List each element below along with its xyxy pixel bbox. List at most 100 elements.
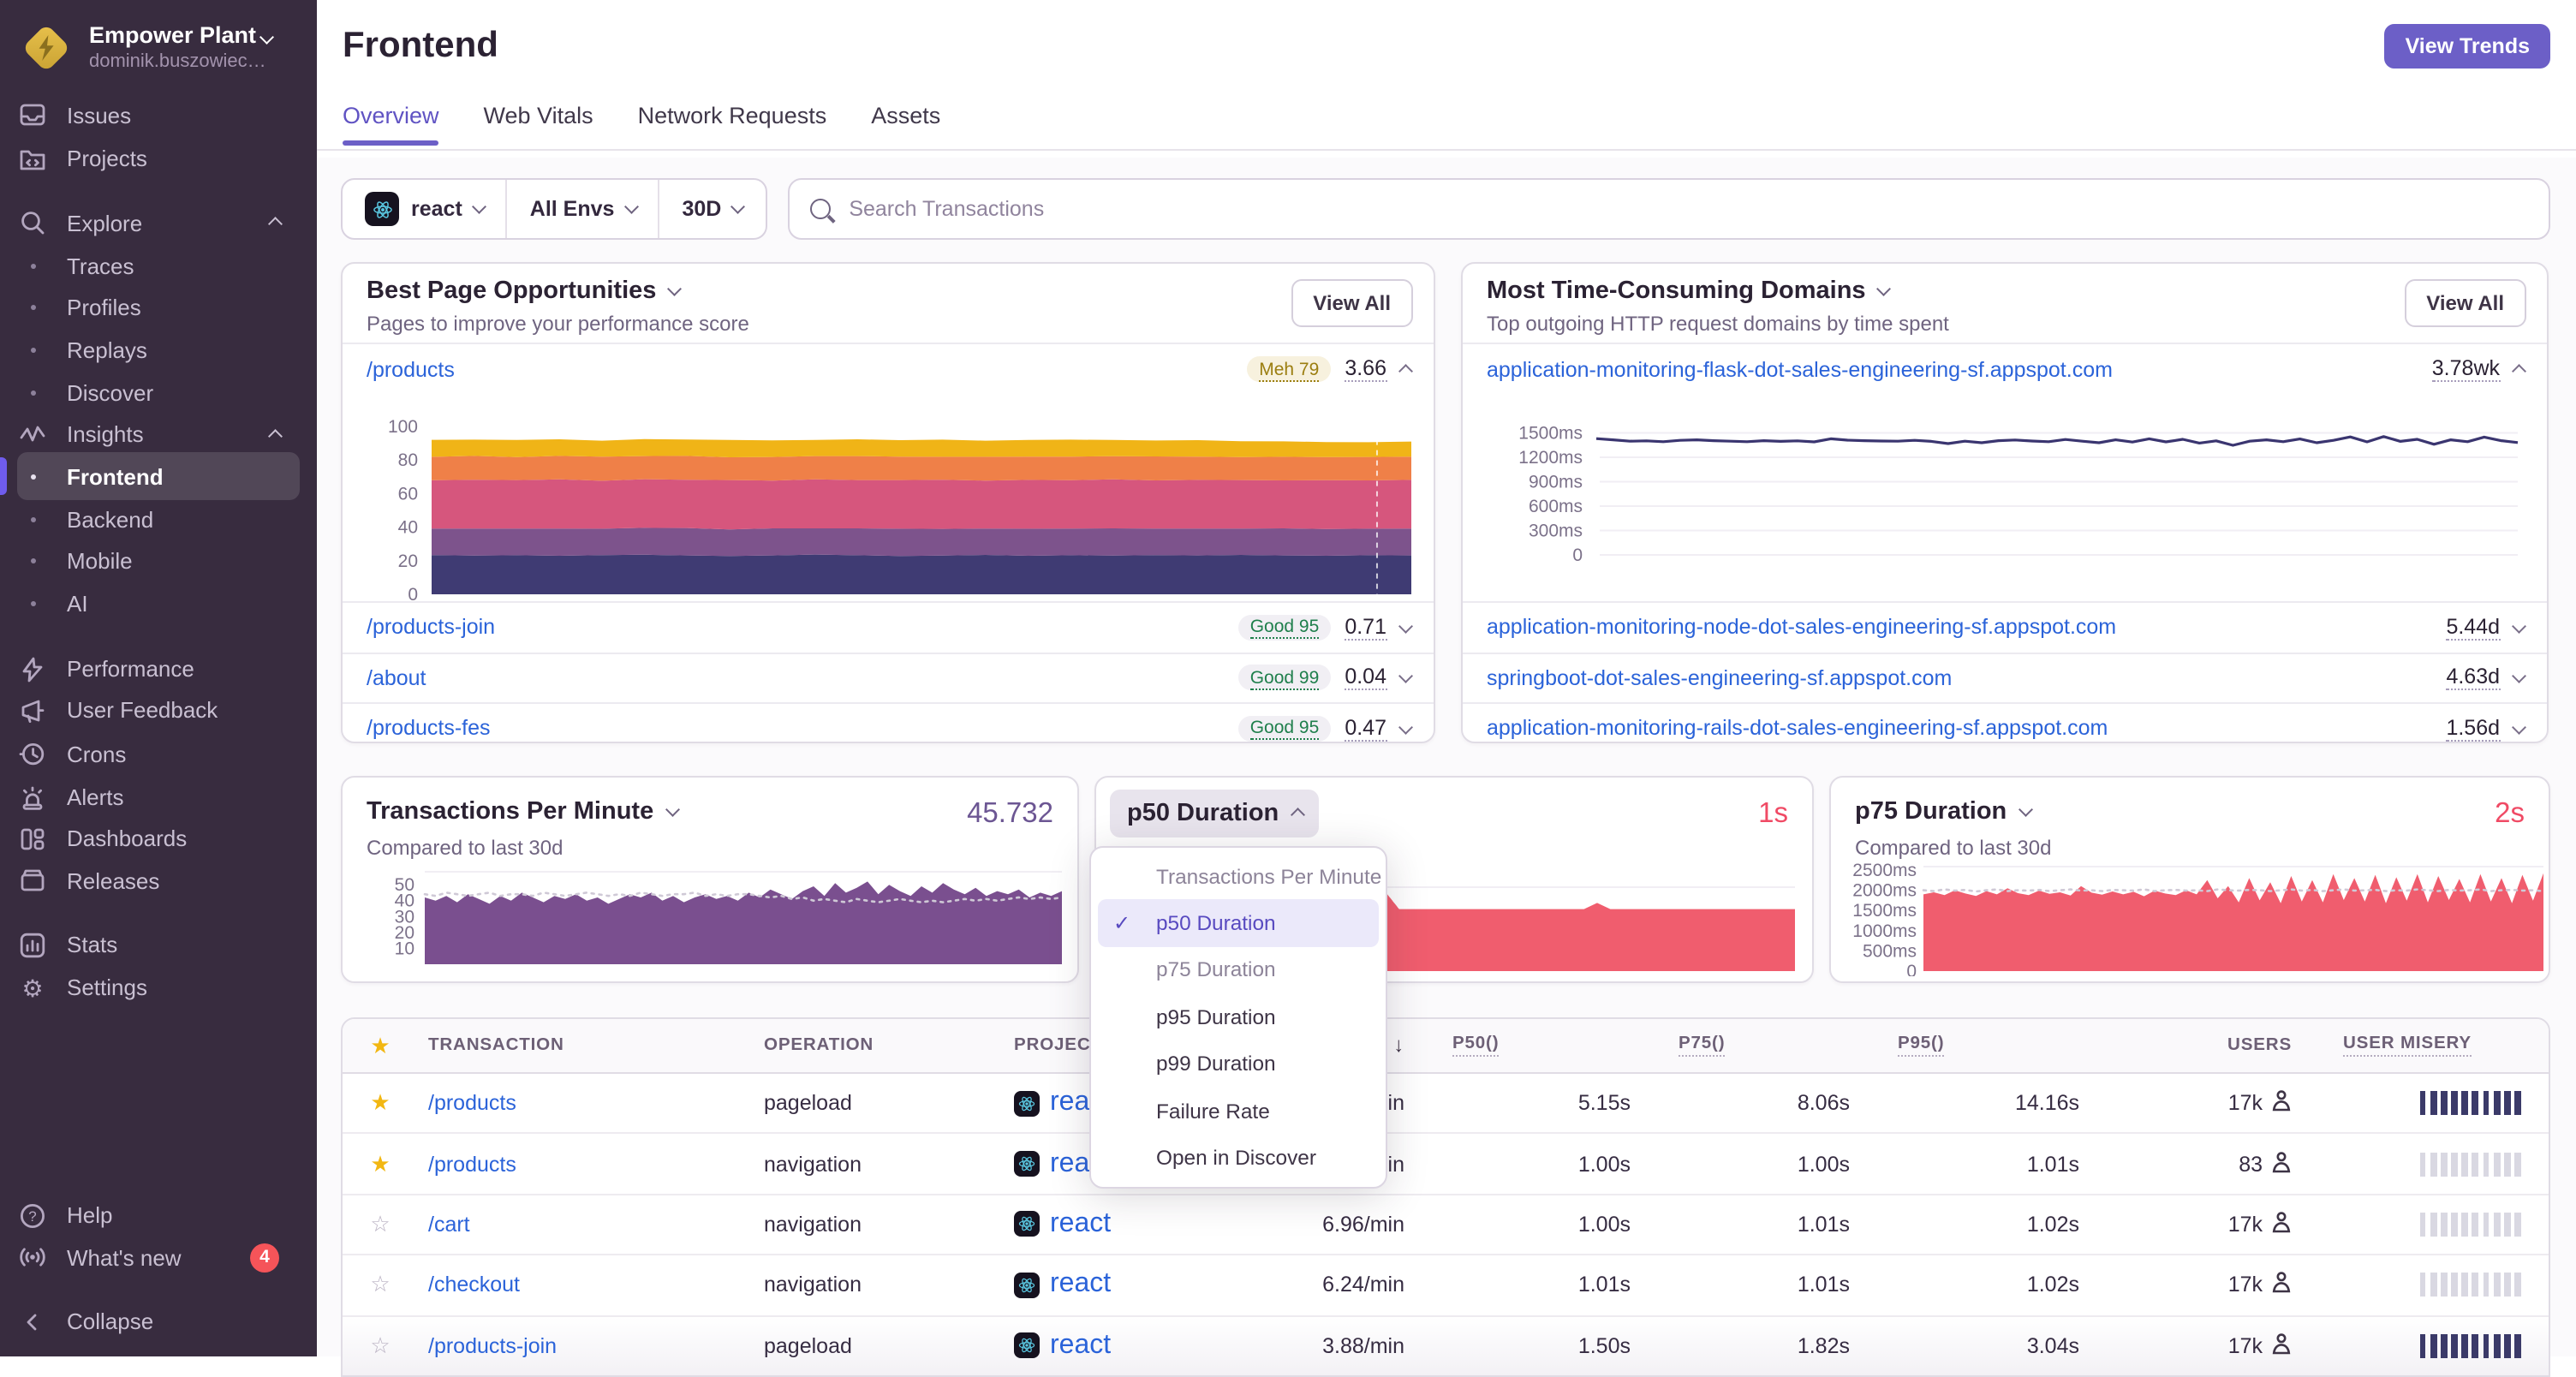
row-link[interactable]: /about <box>367 666 426 690</box>
row-value[interactable]: 0.04 <box>1345 665 1386 691</box>
view-trends-button[interactable]: View Trends <box>2384 24 2550 69</box>
col-p75[interactable]: P75() <box>1644 1034 1863 1057</box>
sidebar-item-settings[interactable]: ⚙ Settings <box>17 967 300 1008</box>
user-misery-bars[interactable] <box>2305 1212 2549 1237</box>
col-operation[interactable]: OPERATION <box>754 1036 1007 1055</box>
user-misery-bars[interactable] <box>2305 1333 2549 1358</box>
row-value[interactable]: 5.44d <box>2446 615 2500 641</box>
sidebar-item-what-s-new[interactable]: What's new 4 <box>17 1237 300 1278</box>
org-switcher[interactable]: Empower Plant dominik.buszowiec… <box>21 22 274 82</box>
sidebar-item-insights[interactable]: Insights <box>17 414 300 455</box>
p50-metric-selector[interactable]: p50 Duration <box>1110 790 1320 838</box>
environment-filter[interactable]: All Envs <box>508 180 659 238</box>
web-vitals-stacked-chart[interactable]: 0 20 40 60 80 100 <box>343 394 1434 601</box>
menu-item-p99-duration[interactable]: p99 Duration <box>1098 1040 1379 1088</box>
collapse-section-icon[interactable] <box>267 218 282 232</box>
score-badge[interactable]: Good 99 <box>1237 665 1332 691</box>
row-link[interactable]: application-monitoring-rails-dot-sales-e… <box>1487 717 2108 741</box>
project-link[interactable]: react <box>1050 1209 1111 1240</box>
menu-item-p95-duration[interactable]: p95 Duration <box>1098 993 1379 1040</box>
search-box[interactable] <box>787 178 2550 240</box>
tab-network-requests[interactable]: Network Requests <box>638 103 827 146</box>
collapse-section-icon[interactable] <box>267 430 282 444</box>
project-filter[interactable]: react <box>343 180 506 238</box>
user-misery-bars[interactable] <box>2305 1152 2549 1177</box>
p75-chart[interactable]: 0500ms1000ms1500ms2000ms2500ms <box>1841 863 2557 976</box>
sidebar-item-collapse[interactable]: Collapse <box>17 1301 300 1342</box>
user-misery-bars[interactable] <box>2305 1273 2549 1297</box>
row-value[interactable]: 3.66 <box>1345 356 1386 382</box>
pages-view-all-button[interactable]: View All <box>1291 279 1413 327</box>
row-link[interactable]: /products-fes <box>367 717 491 741</box>
expand-row-icon[interactable] <box>1398 617 1412 632</box>
row-value[interactable]: 1.56d <box>2446 716 2500 742</box>
menu-item-open-in-discover[interactable]: Open in Discover <box>1098 1135 1379 1182</box>
menu-item-p50-duration[interactable]: ✓ p50 Duration <box>1098 899 1379 947</box>
star-column-header-icon[interactable]: ★ <box>343 1032 418 1059</box>
row-value[interactable]: 3.78wk <box>2431 356 2500 382</box>
star-toggle[interactable]: ☆ <box>343 1211 418 1238</box>
star-toggle[interactable]: ☆ <box>343 1332 418 1360</box>
sidebar-item-alerts[interactable]: Alerts <box>17 777 300 818</box>
menu-item-failure-rate[interactable]: Failure Rate <box>1098 1088 1379 1135</box>
score-badge[interactable]: Good 95 <box>1237 614 1332 641</box>
score-badge[interactable]: Meh 79 <box>1247 356 1332 382</box>
user-misery-bars[interactable] <box>2305 1091 2549 1116</box>
tpm-chart[interactable]: 1020304050 <box>353 867 1072 980</box>
sidebar-item-backend[interactable]: Backend <box>17 499 300 540</box>
row-link[interactable]: application-monitoring-flask-dot-sales-e… <box>1487 357 2113 381</box>
tab-overview[interactable]: Overview <box>343 103 440 146</box>
col-user-misery[interactable]: USER MISERY <box>2305 1034 2549 1057</box>
star-toggle[interactable]: ☆ <box>343 1272 418 1299</box>
row-value[interactable]: 4.63d <box>2446 665 2500 691</box>
expand-row-icon[interactable] <box>1398 365 1412 379</box>
col-p95[interactable]: P95() <box>1863 1034 2093 1057</box>
transaction-link[interactable]: /checkout <box>428 1273 520 1297</box>
sidebar-item-replays[interactable]: Replays <box>17 329 300 370</box>
sidebar-item-stats[interactable]: Stats <box>17 924 300 965</box>
p75-card-title[interactable]: p75 Duration <box>1855 798 2032 826</box>
row-link[interactable]: /products-join <box>367 616 495 640</box>
sidebar-item-dashboards[interactable]: Dashboards <box>17 818 300 859</box>
expand-row-icon[interactable] <box>1398 718 1412 733</box>
row-value[interactable]: 0.71 <box>1345 615 1386 641</box>
sidebar-item-issues[interactable]: Issues <box>17 94 300 135</box>
menu-item-transactions-per-minute[interactable]: Transactions Per Minute <box>1098 853 1381 900</box>
project-link[interactable]: react <box>1050 1331 1111 1362</box>
menu-item-p75-duration[interactable]: p75 Duration <box>1098 947 1379 994</box>
col-users[interactable]: USERS <box>2093 1036 2305 1055</box>
expand-row-icon[interactable] <box>1398 668 1412 683</box>
col-p50[interactable]: P50() <box>1418 1034 1644 1057</box>
star-toggle[interactable]: ★ <box>343 1089 418 1117</box>
sidebar-item-performance[interactable]: Performance <box>17 648 300 689</box>
star-toggle[interactable]: ★ <box>343 1150 418 1177</box>
sidebar-item-explore[interactable]: Explore <box>17 202 300 243</box>
project-link[interactable]: react <box>1050 1270 1111 1301</box>
sidebar-item-frontend[interactable]: Frontend <box>17 452 300 500</box>
tab-web-vitals[interactable]: Web Vitals <box>484 103 593 146</box>
expand-row-icon[interactable] <box>2511 668 2525 683</box>
sidebar-item-traces[interactable]: Traces <box>17 246 300 287</box>
tab-assets[interactable]: Assets <box>871 103 940 146</box>
row-link[interactable]: application-monitoring-node-dot-sales-en… <box>1487 616 2116 640</box>
transaction-link[interactable]: /products-join <box>428 1334 557 1358</box>
domain-time-line-chart[interactable]: 0 300ms 600ms 900ms 1200ms 1500ms <box>1463 394 2547 601</box>
expand-row-icon[interactable] <box>2511 365 2525 379</box>
sidebar-item-mobile[interactable]: Mobile <box>17 540 300 581</box>
domains-panel-title[interactable]: Most Time-Consuming Domains <box>1487 277 1891 305</box>
domains-view-all-button[interactable]: View All <box>2404 279 2526 327</box>
pages-panel-title[interactable]: Best Page Opportunities <box>367 277 682 305</box>
sidebar-item-help[interactable]: ? Help <box>17 1195 300 1236</box>
sidebar-item-releases[interactable]: Releases <box>17 860 300 901</box>
search-input[interactable] <box>845 195 2528 223</box>
transaction-link[interactable]: /cart <box>428 1213 470 1237</box>
sidebar-item-discover[interactable]: Discover <box>17 372 300 413</box>
row-link[interactable]: /products <box>367 357 455 381</box>
row-value[interactable]: 0.47 <box>1345 716 1386 742</box>
transaction-link[interactable]: /products <box>428 1152 516 1176</box>
date-range-filter[interactable]: 30D <box>659 180 765 238</box>
sidebar-item-projects[interactable]: Projects <box>17 138 300 179</box>
sidebar-item-crons[interactable]: Crons <box>17 733 300 774</box>
expand-row-icon[interactable] <box>2511 718 2525 733</box>
sidebar-item-user-feedback[interactable]: User Feedback <box>17 689 300 730</box>
